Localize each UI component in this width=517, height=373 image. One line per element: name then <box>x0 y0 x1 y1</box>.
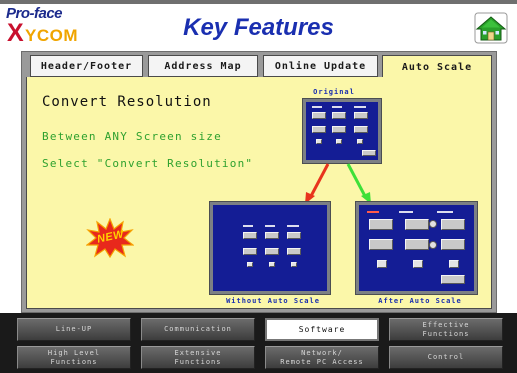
content-line-1: Between ANY Screen size <box>42 130 222 143</box>
menu-high-level-functions[interactable]: High Level Functions <box>17 346 131 369</box>
arrow-to-after <box>346 163 368 199</box>
page-title: Key Features <box>183 14 334 41</box>
menu-extensive-functions[interactable]: Extensive Functions <box>141 346 255 369</box>
menu-communication[interactable]: Communication <box>141 318 255 341</box>
tab-header-footer[interactable]: Header/Footer <box>30 55 143 77</box>
after-auto-scale-caption: After Auto Scale <box>378 297 462 305</box>
conversion-arrows <box>305 163 371 204</box>
home-icon <box>474 12 508 44</box>
menu-software[interactable]: Software <box>265 318 379 341</box>
top-strip <box>0 0 517 4</box>
menu-control[interactable]: Control <box>389 346 503 369</box>
tab-label: Address Map <box>164 60 242 72</box>
tab-online-update[interactable]: Online Update <box>263 55 378 77</box>
tab-address-map[interactable]: Address Map <box>148 55 258 77</box>
without-auto-scale-caption: Without Auto Scale <box>226 297 320 305</box>
content-line-2: Select "Convert Resolution" <box>42 157 254 170</box>
menu-network-remote-pc-access[interactable]: Network/ Remote PC Access <box>265 346 379 369</box>
tab-label: Auto Scale <box>401 62 473 73</box>
original-caption: Original <box>313 88 355 96</box>
content-title: Convert Resolution <box>42 94 212 110</box>
menu-line-up[interactable]: Line-UP <box>17 318 131 341</box>
tab-auto-scale[interactable]: Auto Scale <box>382 55 492 79</box>
new-badge: NEW <box>85 217 135 259</box>
without-auto-scale-screen-image <box>209 201 331 295</box>
menu-effective-functions[interactable]: Effective Functions <box>389 318 503 341</box>
tab-label: Online Update <box>274 60 367 72</box>
after-auto-scale-screen-image <box>355 201 478 295</box>
arrow-to-without <box>308 163 330 199</box>
original-screen-image <box>302 98 382 164</box>
home-button[interactable] <box>474 12 508 44</box>
tab-label: Header/Footer <box>40 60 133 72</box>
